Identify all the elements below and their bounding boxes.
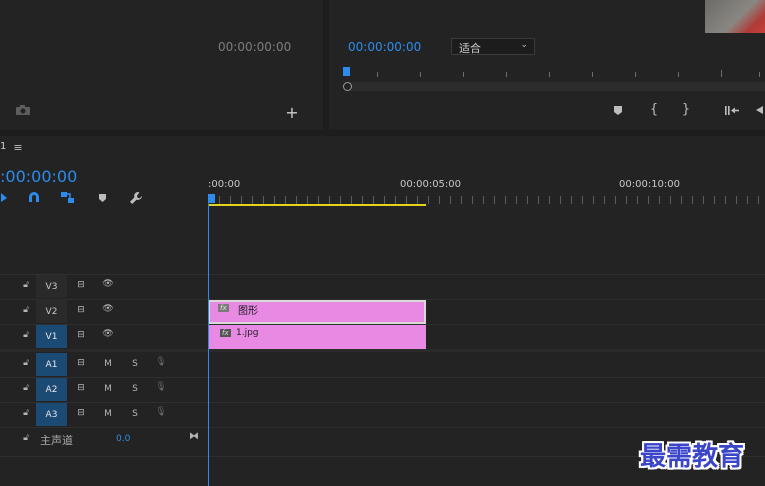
track-header-v2: 🔓︎ V2 ⊟ 👁︎ [0,300,208,324]
mute-button[interactable]: M [102,359,114,369]
lock-icon[interactable]: 🔓︎ [20,280,32,290]
program-preview-image [705,0,765,33]
program-timecode[interactable]: 00:00:00:00 [348,40,421,54]
master-label: 主声道 [40,434,73,447]
plus-icon: + [285,102,299,122]
sync-lock-icon[interactable]: ⊟ [74,383,88,393]
lock-icon[interactable]: 🔓︎ [20,433,32,443]
track-header-v3: 🔓︎ V3 ⊟ 👁︎ [0,275,208,299]
wrench-icon[interactable] [128,191,144,205]
fit-select-value: 适合 [459,42,481,55]
ruler-label-0: :00:00 [208,179,241,190]
add-marker-icon[interactable] [96,192,108,204]
sync-lock-icon[interactable]: ⊟ [74,305,88,315]
track-header-a2: 🔓︎ A2 ⊟ M S 🎙︎ [0,378,208,402]
track-header-master: 🔓︎ 主声道 0.0 ⧓ [0,428,208,452]
track-name-a2[interactable]: A2 [36,378,67,401]
lock-icon[interactable]: 🔓︎ [20,408,32,418]
add-button[interactable]: + [284,102,300,122]
magnet-icon[interactable] [26,190,42,204]
microphone-icon[interactable]: 🎙︎ [155,382,167,392]
sync-lock-icon[interactable]: ⊟ [74,330,88,340]
ruler-ticks [208,196,765,204]
hamburger-icon[interactable]: ≡ [12,141,24,154]
ruler-label-5s: 00:00:05:00 [400,179,462,190]
master-volume-value[interactable]: 0.0 [116,434,130,444]
solo-button[interactable]: S [129,384,141,394]
playhead-line[interactable] [208,204,209,486]
expand-icon[interactable]: ⧓ [187,431,201,442]
step-back-icon[interactable] [755,103,765,117]
program-monitor: 00:00:00:00 适合 ⌄ { } [329,0,765,130]
marker-icon[interactable] [611,103,625,117]
go-to-in-icon[interactable] [722,103,742,117]
time-ruler[interactable]: :00:00 00:00:05:00 00:00:10:00 [208,176,765,206]
mute-button[interactable]: M [102,409,114,419]
sync-lock-icon[interactable]: ⊟ [74,358,88,368]
sequence-tab[interactable]: 1 [0,141,6,152]
eye-icon[interactable]: 👁︎ [101,304,115,314]
track-name-v3[interactable]: V3 [36,275,67,298]
lock-icon[interactable]: 🔓︎ [20,305,32,315]
track-name-v2[interactable]: V2 [36,300,67,323]
snap-icon[interactable] [0,190,10,204]
solo-button[interactable]: S [129,409,141,419]
fx-badge: fx [218,304,229,312]
fx-badge: fx [220,329,231,337]
clip-1jpg[interactable]: fx 1.jpg [208,325,426,349]
eye-icon[interactable]: 👁︎ [101,329,115,339]
ruler-label-10s: 00:00:10:00 [619,179,681,190]
timeline-playhead-marker[interactable] [208,194,215,203]
sync-lock-icon[interactable]: ⊟ [74,408,88,418]
playhead-timecode[interactable]: :00:00:00 [0,167,77,186]
microphone-icon[interactable]: 🎙︎ [155,357,167,367]
track-name-a3[interactable]: A3 [36,403,67,426]
track-name-a1[interactable]: A1 [36,353,67,376]
playhead-marker[interactable] [343,67,350,76]
program-scrub-ruler[interactable] [343,66,765,94]
track-header-a3: 🔓︎ A3 ⊟ M S 🎙︎ [0,403,208,427]
fit-select[interactable]: 适合 ⌄ [451,38,535,55]
lock-icon[interactable]: 🔓︎ [20,358,32,368]
solo-button[interactable]: S [129,359,141,369]
sync-lock-icon[interactable]: ⊟ [74,280,88,290]
clip-label: 1.jpg [236,328,259,338]
work-area-bar[interactable] [208,204,426,206]
mark-out-icon[interactable]: } [679,102,693,117]
track-header-v1: 🔓︎ V1 ⊟ 👁︎ [0,325,208,349]
camera-icon[interactable] [14,103,32,117]
zoom-handle[interactable] [343,82,352,91]
lock-icon[interactable]: 🔓︎ [20,383,32,393]
track-name-v1[interactable]: V1 [36,325,67,348]
eye-icon[interactable]: 👁︎ [101,279,115,289]
chevron-down-icon: ⌄ [520,40,528,50]
track-header-a1: 🔓︎ A1 ⊟ M S 🎙︎ [0,353,208,377]
source-timecode[interactable]: 00:00:00:00 [218,40,291,54]
mute-button[interactable]: M [102,384,114,394]
timeline-panel: 1 ≡ :00:00:00 :00:00 00:00:05:00 00:00:1… [0,136,765,486]
scrub-track[interactable] [347,82,765,91]
clip-label: 图形 [238,306,258,317]
watermark: 最需教育 [640,442,745,472]
source-monitor: 00:00:00:00 + [0,0,323,130]
video-audio-divider [0,349,765,352]
mark-in-icon[interactable]: { [647,102,661,117]
clip-graphic[interactable]: fx 图形 [208,300,426,324]
lock-icon[interactable]: 🔓︎ [20,330,32,340]
microphone-icon[interactable]: 🎙︎ [155,407,167,417]
linked-selection-icon[interactable] [59,190,75,204]
